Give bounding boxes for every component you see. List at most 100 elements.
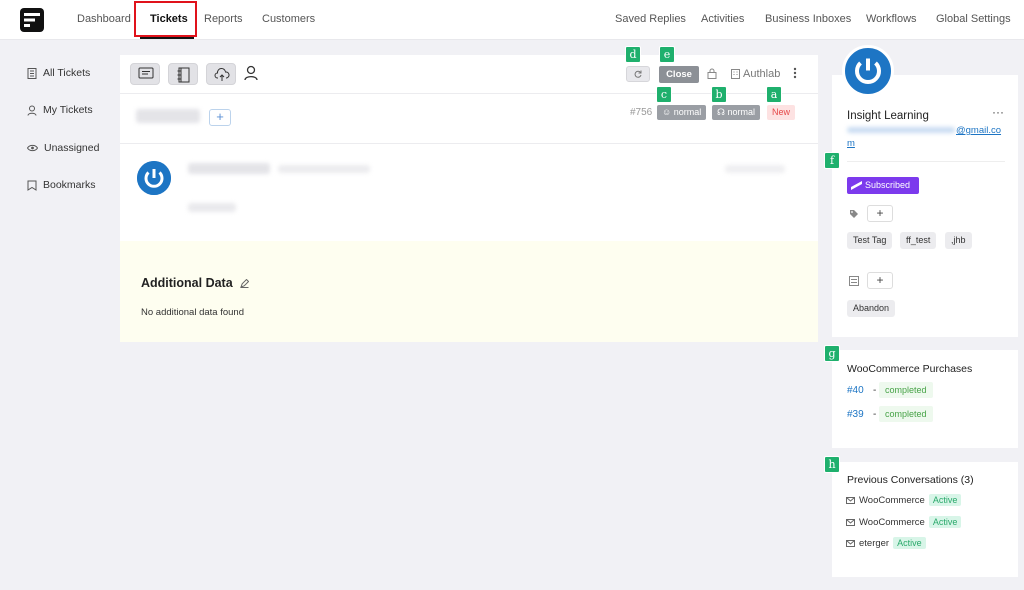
refresh-button[interactable] [626,66,650,82]
list-item[interactable]: Abandon [847,300,896,317]
agent-priority-badge[interactable]: ☊ normal [712,105,761,120]
marker-d: d [625,46,641,63]
lock-icon[interactable] [707,68,717,79]
chat-icon [138,67,154,79]
mail-icon [846,496,855,504]
nav-business-inboxes[interactable]: Business Inboxes [765,13,851,25]
cloud-upload-button[interactable] [206,63,236,85]
sidebar-item-label: All Tickets [43,67,91,79]
fluentcrm-icon [851,181,862,190]
edit-icon[interactable] [240,279,249,288]
document-icon [27,67,37,79]
nav-activities[interactable]: Activities [701,13,744,25]
customer-avatar [137,161,171,195]
nav-saved-replies[interactable]: Saved Replies [615,13,686,25]
notebook-icon [177,67,190,83]
separator: - [873,385,877,396]
nav-customers[interactable]: Customers [262,13,315,25]
subscribed-label: Subscribed [865,180,911,190]
tag-item[interactable]: ,jhb [945,232,972,249]
order-link[interactable]: #39 [847,409,864,420]
separator: - [873,409,877,420]
marker-e: e [659,46,675,63]
customer-name[interactable]: Insight Learning [847,110,929,122]
sidebar-item-unassigned[interactable]: Unassigned [27,142,99,154]
additional-data-title: Additional Data [141,276,233,290]
previous-conversations-title: Previous Conversations (3) [847,474,974,486]
additional-data-section: Additional Data No additional data found [120,241,818,342]
mail-icon [846,539,855,547]
sidebar-item-bookmarks[interactable]: Bookmarks [27,179,96,191]
tag-icon [850,210,858,218]
conversation-label: WooCommerce [859,516,925,528]
close-ticket-button[interactable]: Close [659,66,699,83]
assign-user-icon[interactable] [244,65,258,81]
note-button[interactable] [168,63,198,85]
sidebar-item-all-tickets[interactable]: All Tickets [27,67,90,79]
sidebar-item-label: Unassigned [44,142,100,154]
sidebar-item-label: My Tickets [43,104,93,116]
blurred-timestamp [725,165,785,173]
list-icon [849,276,859,286]
bookmark-icon [27,180,37,191]
email-domain[interactable]: @gmail.co [956,125,1001,136]
conversation-label: WooCommerce [859,494,925,506]
active-tab-underline [140,37,194,39]
conversation-item[interactable]: WooCommerce Active [846,516,962,528]
tag-item[interactable]: Test Tag [847,232,893,249]
conversation-label: eterger [859,537,890,549]
blurred-ticket-title [136,109,200,123]
marker-b: b [711,86,727,103]
conversation-status-badge: Active [928,516,962,528]
marker-c: c [656,86,672,103]
more-horizontal-icon[interactable]: ··· [992,105,1004,119]
email-domain-end[interactable]: m [847,138,855,149]
reply-button[interactable] [130,63,160,85]
blurred-meta [278,165,370,173]
blurred-email [847,127,955,133]
headset-icon: ☊ [717,107,725,117]
agent-priority-label: normal [727,107,756,117]
nav-global-settings[interactable]: Global Settings [936,13,1011,25]
additional-data-empty-text: No additional data found [141,307,244,318]
client-priority-label: normal [673,107,702,117]
more-vertical-icon[interactable] [793,67,797,79]
add-tag-plus-button[interactable]: + [867,205,893,222]
marker-g: g [824,345,840,362]
divider [847,161,1005,162]
woocommerce-title: WooCommerce Purchases [847,363,973,375]
ticket-number: #756 [630,107,653,118]
status-badge[interactable]: New [767,105,796,120]
app-logo-icon[interactable] [20,8,44,32]
subscribed-badge[interactable]: Subscribed [847,177,919,194]
power-icon [144,169,164,188]
mailbox-name[interactable]: Authlab [743,68,780,80]
client-priority-badge[interactable]: ☺ normal [657,105,707,120]
customer-card: Insight Learning ··· @gmail.co m Subscri… [832,75,1018,337]
conversation-item[interactable]: eterger Active [846,537,926,549]
eye-icon [27,144,38,152]
order-link[interactable]: #40 [847,385,864,396]
blurred-customer-name [188,163,270,174]
user-icon: ☺ [662,107,672,117]
sidebar-item-my-tickets[interactable]: My Tickets [27,104,93,116]
order-status-badge: completed [879,382,933,398]
conversation-item[interactable]: WooCommerce Active [846,494,962,506]
cloud-icon [214,68,230,81]
nav-dashboard[interactable]: Dashboard [77,13,131,25]
order-status-badge: completed [879,406,933,422]
nav-reports[interactable]: Reports [204,13,243,25]
blurred-message-body [188,203,236,212]
marker-a: a [766,86,782,103]
user-icon [27,105,37,116]
tag-item[interactable]: ff_test [900,232,937,249]
add-tag-button[interactable]: + [209,109,231,126]
divider [120,143,818,144]
nav-workflows[interactable]: Workflows [866,13,917,25]
conversation-status-badge: Active [893,537,926,549]
marker-f: f [824,152,840,169]
woocommerce-card: WooCommerce Purchases #40 - completed #3… [832,350,1018,448]
mail-icon [846,518,855,526]
add-list-plus-button[interactable]: + [867,272,893,289]
nav-tickets[interactable]: Tickets [150,13,188,25]
